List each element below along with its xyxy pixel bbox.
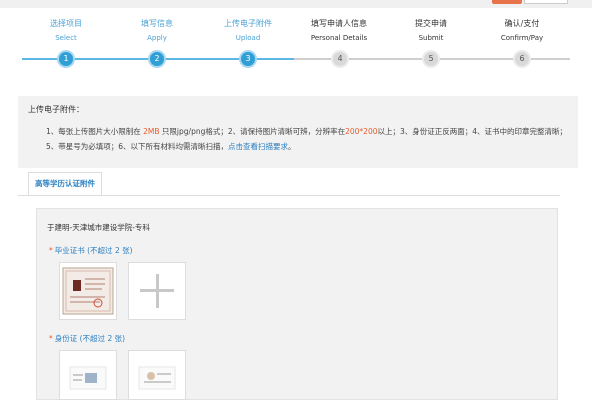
instructions-text: 1、每张上传图片大小限制在 2MB 只限jpg/png格式；2、请保持图片清晰可…	[46, 124, 572, 154]
instructions-end: 。	[288, 142, 296, 151]
step-subtitle: Upload	[235, 34, 261, 42]
instructions-title: 上传电子附件：	[28, 105, 84, 114]
id-card-label-text: 身份证 (不超过 2 张)	[54, 334, 126, 343]
diploma-label-text: 毕业证书 (不超过 2 张)	[54, 246, 133, 255]
diploma-group-label: * 毕业证书 (不超过 2 张)	[49, 245, 133, 256]
id-card-group-label: * 身份证 (不超过 2 张)	[49, 333, 125, 344]
header-white-button[interactable]	[524, 0, 568, 4]
step-title: 选择项目	[50, 19, 82, 28]
step-subtitle: Personal Details	[310, 34, 368, 42]
id-card-back-image-icon	[138, 366, 176, 390]
step-subtitle: Confirm/Pay	[500, 34, 544, 42]
header-orange-button[interactable]	[492, 0, 522, 4]
step-subtitle: Select	[55, 34, 77, 42]
plus-icon	[140, 274, 174, 308]
required-star: *	[49, 334, 53, 343]
step-submit: 提交申请 Submit	[381, 18, 481, 43]
step-upload: 上传电子附件 Upload	[198, 18, 298, 43]
step-confirm-pay: 确认/支付 Confirm/Pay	[472, 18, 572, 43]
step-title: 填写申请人信息	[311, 19, 367, 28]
required-star: *	[49, 246, 53, 255]
step-number-2: 2	[148, 50, 166, 68]
step-number-1: 1	[57, 50, 75, 68]
step-subtitle: Apply	[147, 34, 167, 42]
step-number-6: 6	[513, 50, 531, 68]
id-card-front-thumbnail[interactable]	[59, 350, 117, 400]
size-limit-highlight: 2MB	[143, 127, 160, 136]
step-title: 提交申请	[415, 19, 447, 28]
step-title: 确认/支付	[504, 19, 540, 28]
step-personal-details: 填写申请人信息 Personal Details	[289, 18, 389, 43]
diploma-thumbnail[interactable]	[59, 262, 117, 320]
step-select: 选择项目 Select	[16, 18, 116, 43]
upload-instructions: 上传电子附件： 1、每张上传图片大小限制在 2MB 只限jpg/png格式；2、…	[18, 96, 578, 168]
step-title: 上传电子附件	[224, 19, 272, 28]
tab-higher-education-attachments[interactable]: 高等学历认证附件	[28, 172, 102, 196]
instructions-part: 只限jpg/png格式；2、请保持图片清晰可辨，分辨率在	[159, 127, 346, 136]
applicant-education-record: 于建明-天津城市建设学院-专科	[47, 223, 150, 232]
tab-divider	[18, 195, 560, 196]
progress-steps: 选择项目 Select 1 填写信息 Apply 2 上传电子附件 Upload…	[0, 8, 592, 88]
resolution-highlight: 200*200	[345, 127, 378, 136]
step-number-4: 4	[331, 50, 349, 68]
application-card: 选择项目 Select 1 填写信息 Apply 2 上传电子附件 Upload…	[0, 8, 592, 400]
scan-requirements-link[interactable]: 点击查看扫描要求	[228, 142, 288, 151]
add-diploma-button[interactable]	[128, 262, 186, 320]
id-card-image-icon	[69, 366, 107, 390]
step-number-3: 3	[239, 50, 257, 68]
diploma-image-icon	[62, 267, 114, 315]
instructions-part: 1、每张上传图片大小限制在	[46, 127, 144, 136]
top-header-fragment	[0, 0, 592, 8]
attachments-panel: 于建明-天津城市建设学院-专科 * 毕业证书 (不超过 2 张) * 身份证 (不超…	[36, 208, 558, 400]
step-apply: 填写信息 Apply	[107, 18, 207, 43]
step-subtitle: Submit	[418, 34, 444, 42]
id-card-back-thumbnail[interactable]	[128, 350, 186, 400]
step-number-5: 5	[422, 50, 440, 68]
step-title: 填写信息	[141, 19, 173, 28]
